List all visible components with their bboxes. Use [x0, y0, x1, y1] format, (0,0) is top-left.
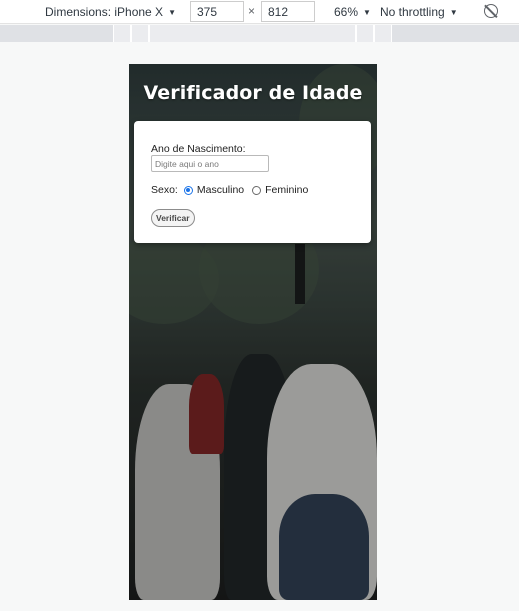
- caret-down-icon: ▼: [363, 7, 371, 17]
- radio-masculino[interactable]: [183, 185, 193, 195]
- media-query-segment[interactable]: [374, 25, 392, 42]
- verify-button[interactable]: Verificar: [151, 209, 195, 227]
- media-query-segment[interactable]: [356, 25, 374, 42]
- media-query-segment[interactable]: [113, 25, 131, 42]
- device-select[interactable]: Dimensions: iPhone X ▼: [45, 3, 176, 21]
- throttling-label: No throttling: [380, 5, 445, 19]
- radio-feminino-label[interactable]: Feminino: [265, 184, 308, 196]
- form-card: Ano de Nascimento: Sexo: Masculino Femin…: [134, 121, 371, 243]
- radio-feminino[interactable]: [252, 185, 262, 195]
- throttling-select[interactable]: No throttling ▼: [380, 3, 458, 21]
- sex-row: Sexo: Masculino Feminino: [151, 184, 310, 196]
- media-query-segment[interactable]: [131, 25, 149, 42]
- height-input[interactable]: 812: [261, 1, 315, 22]
- zoom-label: 66%: [334, 5, 359, 19]
- device-toolbar: Dimensions: iPhone X ▼ 375 × 812 66% ▼ N…: [0, 0, 519, 24]
- radio-masculino-label[interactable]: Masculino: [197, 184, 244, 196]
- year-input[interactable]: [151, 155, 269, 172]
- times-icon: ×: [248, 4, 256, 18]
- rotate-icon[interactable]: [484, 4, 498, 18]
- width-input[interactable]: 375: [190, 1, 244, 22]
- sex-label: Sexo:: [151, 184, 178, 196]
- media-query-bar: [0, 25, 519, 42]
- zoom-select[interactable]: 66% ▼: [334, 3, 371, 21]
- device-viewport: Verificador de Idade Ano de Nascimento: …: [129, 64, 377, 600]
- year-label: Ano de Nascimento:: [151, 143, 246, 155]
- device-label: Dimensions: iPhone X: [45, 5, 164, 19]
- page-title: Verificador de Idade: [143, 82, 363, 104]
- caret-down-icon: ▼: [168, 7, 176, 17]
- caret-down-icon: ▼: [449, 7, 458, 17]
- media-query-segment[interactable]: [149, 25, 356, 42]
